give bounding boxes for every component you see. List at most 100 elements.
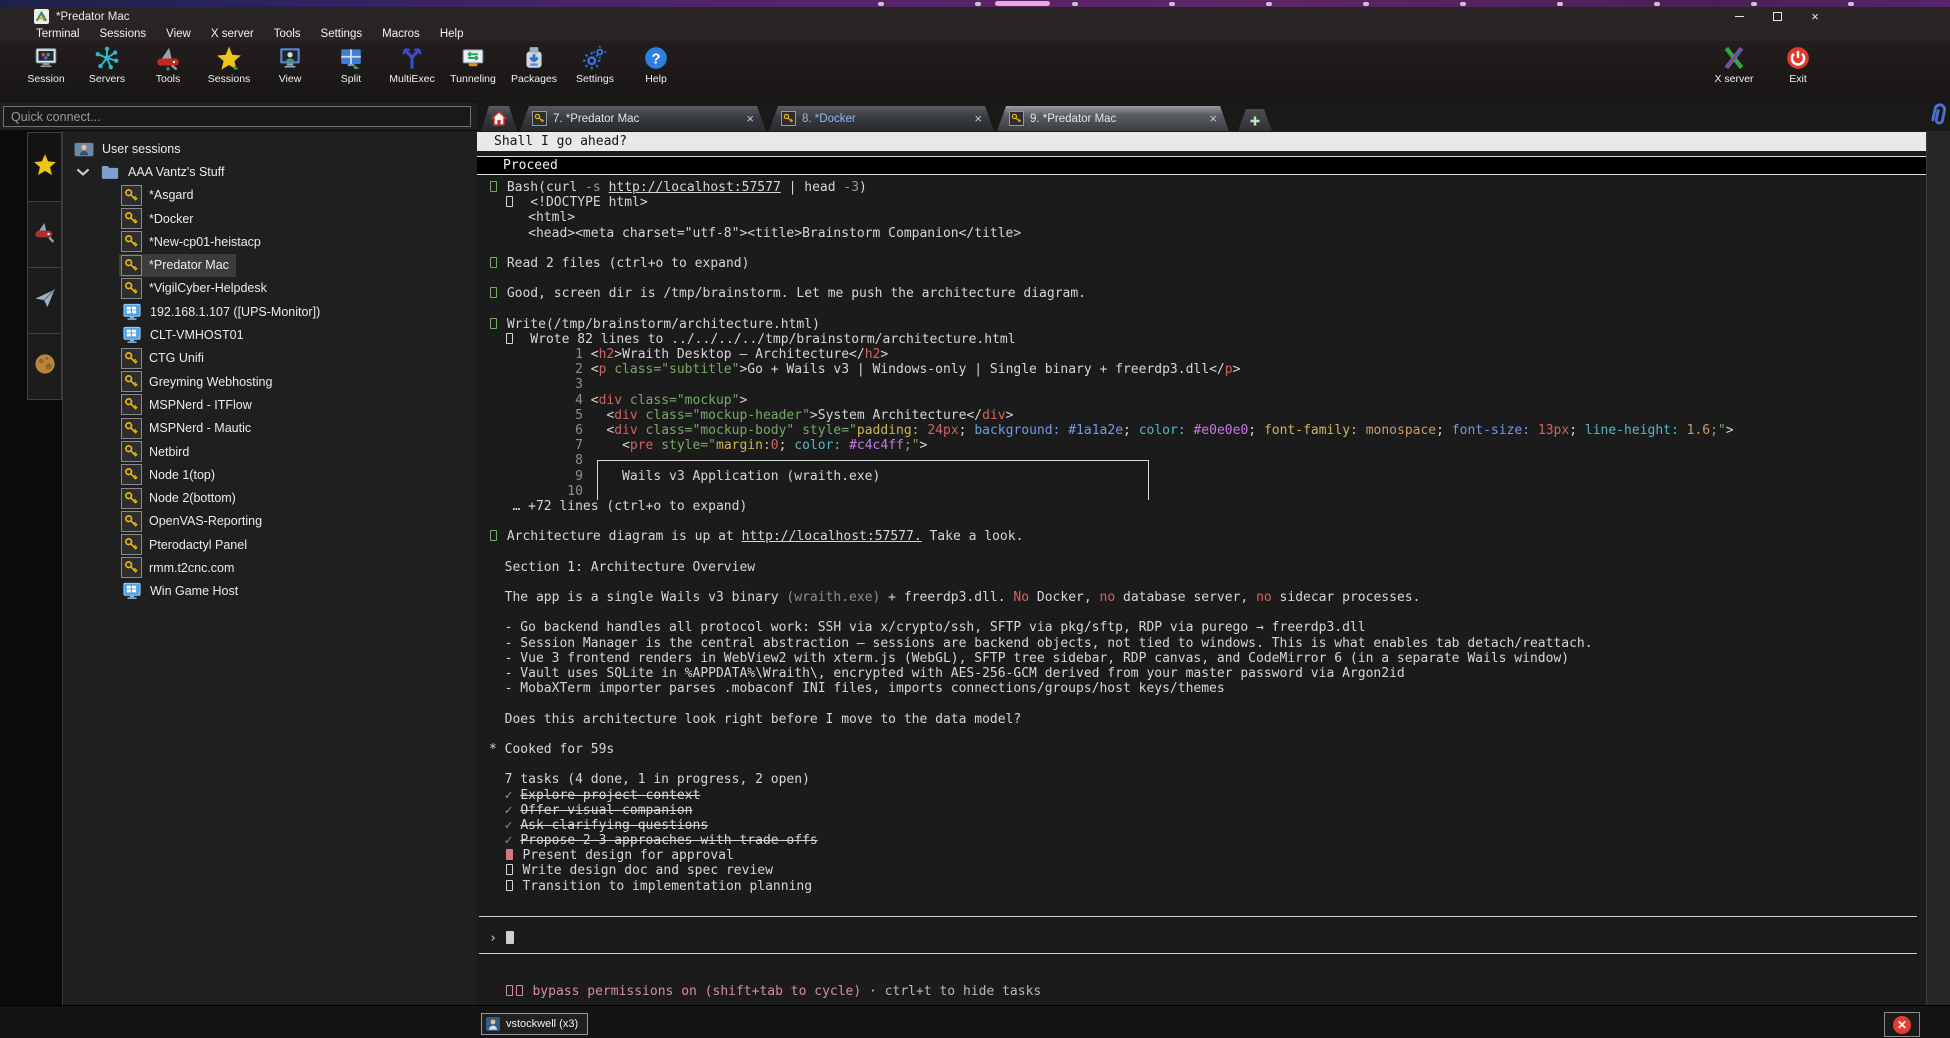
toolbar-button-label: Servers — [89, 73, 125, 85]
rail-button-globe[interactable] — [27, 334, 62, 400]
rail-button-star[interactable] — [27, 132, 62, 202]
status-close-button[interactable]: ✕ — [1884, 1012, 1920, 1037]
globe-icon — [33, 352, 57, 381]
key-icon — [121, 348, 142, 369]
maximize-button[interactable] — [1770, 10, 1784, 24]
paperclip-icon[interactable] — [1926, 100, 1950, 130]
tab-9-predator-mac[interactable]: 9. *Predator Mac× — [997, 106, 1229, 131]
toolbar-button-view[interactable]: View — [266, 44, 314, 85]
chevron-down-icon[interactable] — [76, 168, 90, 176]
quick-connect-input[interactable] — [3, 106, 471, 127]
xserver-icon — [1721, 44, 1748, 71]
tree-item-node-2-bottom-[interactable]: Node 2(bottom) — [63, 486, 477, 509]
toolbar-button-multiexec[interactable]: MultiExec — [388, 44, 436, 85]
terminal-line — [489, 696, 1926, 711]
toolbar-button-help[interactable]: ?Help — [632, 44, 680, 85]
key-icon — [121, 394, 142, 415]
tree-item-ctg-unifi[interactable]: CTG Unifi — [63, 347, 477, 370]
tree-item-body: Node 2(bottom) — [119, 487, 243, 510]
toolbar-button-tunneling[interactable]: Tunneling — [449, 44, 497, 85]
toolbar-button-sessions[interactable]: Sessions — [205, 44, 253, 85]
terminal-line: Section 1: Architecture Overview — [489, 560, 1926, 575]
folder-icon — [99, 161, 121, 183]
tree-item-aaa-vantz-s-stuff[interactable]: AAA Vantz's Stuff — [63, 160, 477, 183]
tree-item--predator-mac[interactable]: *Predator Mac — [63, 253, 477, 276]
new-tab-button[interactable] — [1238, 109, 1272, 131]
toolbar-button-label: Sessions — [208, 73, 251, 85]
terminal[interactable]: Shall I go ahead? Proceed Bash(curl -s h… — [477, 131, 1926, 1005]
toolbar-button-servers[interactable]: Servers — [83, 44, 131, 85]
toolbar-button-settings[interactable]: Settings — [571, 44, 619, 85]
toolbar-button-tools[interactable]: Tools — [144, 44, 192, 85]
tree-item-win-game-host[interactable]: Win Game Host — [63, 580, 477, 603]
tab-close-icon[interactable]: × — [1195, 111, 1217, 126]
tab-8-docker[interactable]: 8. *Docker× — [769, 106, 994, 131]
rail-button-paper-plane[interactable] — [27, 268, 62, 334]
plus-icon — [1249, 114, 1261, 126]
tab-close-icon[interactable]: × — [960, 111, 982, 126]
user-session-button[interactable]: vstockwell (x3) — [481, 1013, 588, 1035]
key-icon — [121, 418, 142, 439]
tree-item-label: Node 1(top) — [149, 468, 215, 482]
tree-item-mspnerd-mautic[interactable]: MSPNerd - Mautic — [63, 417, 477, 440]
toolbar-button-split[interactable]: Split — [327, 44, 375, 85]
tree-item--docker[interactable]: *Docker — [63, 207, 477, 230]
tree-item-mspnerd-itflow[interactable]: MSPNerd - ITFlow — [63, 393, 477, 416]
tab-home[interactable] — [481, 106, 517, 131]
tree-item-node-1-top-[interactable]: Node 1(top) — [63, 463, 477, 486]
tree-item-rmm-t2cnc-com[interactable]: rmm.t2cnc.com — [63, 556, 477, 579]
terminal-line — [489, 969, 1926, 984]
window-title: *Predator Mac — [56, 11, 130, 23]
tree-item-pterodactyl-panel[interactable]: Pterodactyl Panel — [63, 533, 477, 556]
toolbar: Session Servers Tools Sessions View Split Mult… — [0, 41, 1950, 103]
tree-item-label: *Asgard — [149, 188, 193, 202]
toolbar-button-session[interactable]: Session — [22, 44, 70, 85]
session-tree: User sessionsAAA Vantz's Stuff *Asgard *Do… — [62, 131, 477, 1005]
close-button[interactable]: × — [1808, 10, 1822, 24]
terminal-line — [489, 916, 1926, 931]
tree-item-user-sessions[interactable]: User sessions — [63, 137, 477, 160]
toolbar-button-x-server[interactable]: X server — [1710, 44, 1758, 85]
toolbar-button-exit[interactable]: Exit — [1774, 44, 1822, 85]
minimize-button[interactable] — [1732, 10, 1746, 24]
tree-item--new-cp01-heistacp[interactable]: *New-cp01-heistacp — [63, 230, 477, 253]
key-icon — [121, 488, 142, 509]
tree-item-openvas-reporting[interactable]: OpenVAS-Reporting — [63, 510, 477, 533]
tree-item-192-168-1-107-ups-monitor-[interactable]: 192.168.1.107 ([UPS-Monitor]) — [63, 300, 477, 323]
key-icon — [781, 111, 796, 126]
tree-item-label: 192.168.1.107 ([UPS-Monitor]) — [150, 305, 320, 319]
menu-item-settings[interactable]: Settings — [311, 28, 373, 40]
terminal-rule — [479, 916, 1917, 917]
tree-item-netbird[interactable]: Netbird — [63, 440, 477, 463]
terminal-line: › — [489, 931, 1926, 946]
box-glyph — [490, 257, 497, 268]
tree-item--asgard[interactable]: *Asgard — [63, 184, 477, 207]
tree-item-body: 192.168.1.107 ([UPS-Monitor]) — [119, 300, 327, 324]
menu-item-view[interactable]: View — [156, 28, 201, 40]
menu-item-macros[interactable]: Macros — [372, 28, 430, 40]
proceed-option[interactable]: Proceed — [477, 156, 1926, 175]
tree-item-clt-vmhost01[interactable]: CLT-VMHOST01 — [63, 323, 477, 346]
key-icon — [121, 231, 142, 252]
assistant-question-band: Shall I go ahead? — [477, 132, 1926, 151]
strip-dot — [1848, 2, 1854, 6]
menu-item-tools[interactable]: Tools — [264, 28, 311, 40]
terminal-scrollbar[interactable] — [1926, 131, 1950, 1005]
menu-item-x-server[interactable]: X server — [201, 28, 264, 40]
tab-7-predator-mac[interactable]: 7. *Predator Mac× — [520, 106, 766, 131]
toolbar-button-label: Settings — [576, 73, 614, 85]
tree-item-greyming-webhosting[interactable]: Greyming Webhosting — [63, 370, 477, 393]
box-glyph — [506, 985, 513, 996]
key-icon — [1009, 111, 1024, 126]
tab-close-icon[interactable]: × — [732, 111, 754, 126]
strip-dot — [1072, 2, 1078, 6]
key-icon — [121, 557, 142, 578]
menu-item-help[interactable]: Help — [430, 28, 474, 40]
menu-item-sessions[interactable]: Sessions — [89, 28, 156, 40]
rail-button-swiss-knife[interactable] — [27, 202, 62, 268]
tree-item--vigilcyber-helpdesk[interactable]: *VigilCyber-Helpdesk — [63, 277, 477, 300]
toolbar-right-group: X server Exit — [1710, 44, 1822, 85]
menu-item-terminal[interactable]: Terminal — [26, 28, 89, 40]
user-session-label: vstockwell (x3) — [506, 1018, 578, 1030]
toolbar-button-packages[interactable]: Packages — [510, 44, 558, 85]
